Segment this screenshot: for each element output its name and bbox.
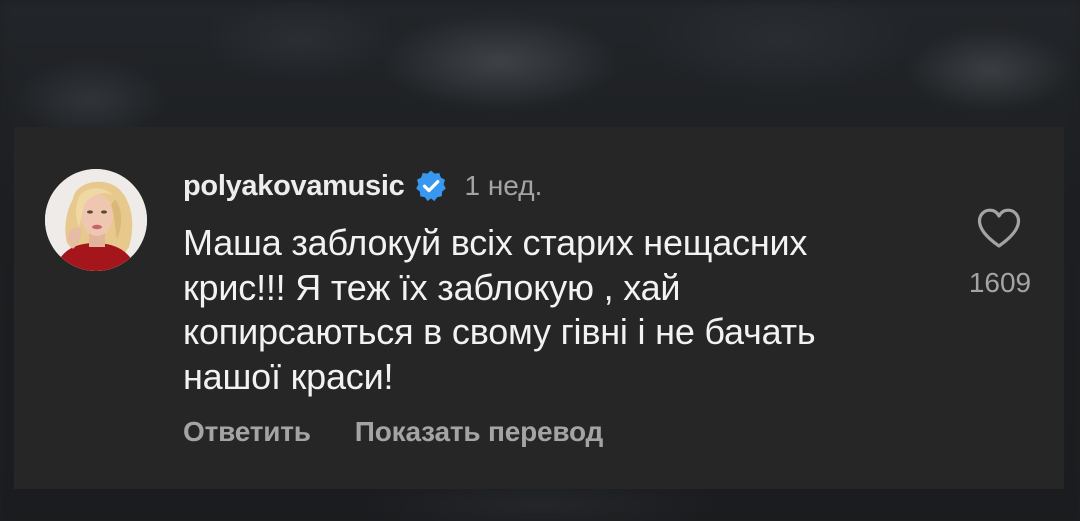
screen: polyakovamusic 1 нед. Маша заблокуй всіх… <box>0 0 1080 521</box>
like-count: 1609 <box>968 267 1032 298</box>
username-link[interactable]: polyakovamusic <box>183 170 405 203</box>
reply-button[interactable]: Ответить <box>183 416 311 448</box>
comment-timestamp: 1 нед. <box>464 170 543 201</box>
comment-text: Маша заблокуй всіх старих нещасних крис!… <box>183 222 816 397</box>
heart-outline-icon[interactable] <box>976 207 1022 249</box>
avatar[interactable] <box>45 169 147 271</box>
avatar-image <box>45 169 147 271</box>
verified-badge-icon <box>414 169 448 203</box>
show-translation-button[interactable]: Показать перевод <box>355 416 603 448</box>
comment-actions: Ответить Показать перевод <box>183 416 603 448</box>
comment-header: polyakovamusic 1 нед. <box>183 166 542 206</box>
